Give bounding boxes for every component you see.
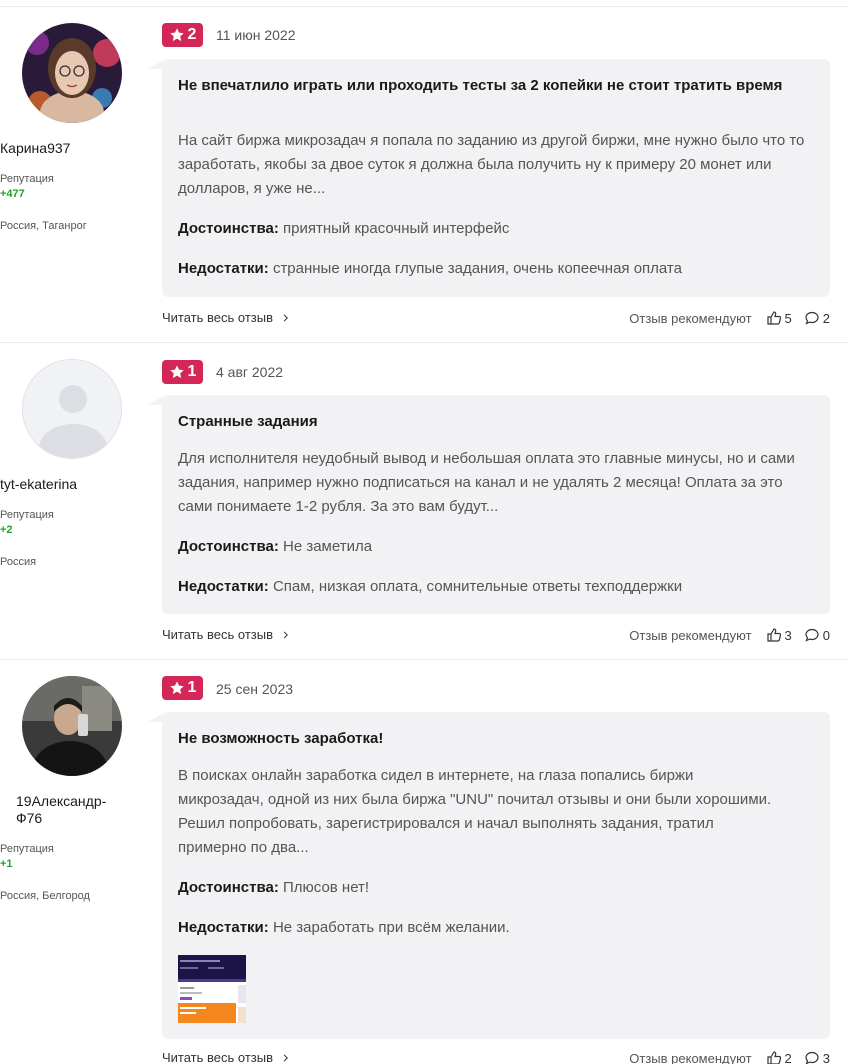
likes-count: 2 [784, 1050, 792, 1064]
cons-label: Недостатки: [178, 919, 269, 936]
comments-button[interactable]: 3 [804, 1050, 830, 1064]
review-card: 19Александр-Ф76 Репутация +1 Россия, Бел… [0, 0, 848, 1064]
review-footer: Отзыв рекомендуют 2 3 [629, 1050, 830, 1064]
pros-text: Плюсов нет! [283, 879, 370, 896]
recommend-label: Отзыв рекомендуют [629, 1050, 752, 1064]
like-button[interactable]: 2 [766, 1050, 792, 1064]
chevron-right-icon [283, 1054, 288, 1061]
thumbs-up-icon [766, 1051, 781, 1064]
read-more-label: Читать весь отзыв [162, 1050, 274, 1064]
pros-label: Достоинства: [178, 879, 279, 896]
review-photo-thumbnail[interactable] [178, 955, 246, 1023]
author-location: Россия, Белгород [0, 890, 90, 902]
rating-value: 1 [187, 679, 197, 696]
rating-badge: 1 [162, 676, 203, 700]
reputation-label: Репутация [0, 843, 54, 855]
cons-text: Не заработать при всём желании. [272, 919, 510, 936]
author-name[interactable]: 19Александр-Ф76 [0, 793, 144, 827]
star-icon [169, 681, 184, 695]
bubble-tail [148, 714, 162, 722]
comments-count: 3 [822, 1050, 830, 1064]
review-date: 25 сен 2023 [216, 681, 294, 697]
review-cons: Недостатки: Не заработать при всём желан… [178, 918, 818, 938]
reputation-value: +1 [0, 858, 13, 870]
read-more-link[interactable]: Читать весь отзыв [162, 1050, 291, 1064]
comment-icon [805, 1051, 819, 1064]
avatar[interactable] [22, 676, 122, 776]
review-title[interactable]: Не возможность заработка! [178, 729, 798, 748]
review-bubble: Не возможность заработка! В поисках онла… [162, 712, 830, 1039]
review-text: В поисках онлайн заработка сидел в интер… [178, 767, 772, 856]
review-pros: Достоинства: Плюсов нет! [178, 878, 818, 898]
